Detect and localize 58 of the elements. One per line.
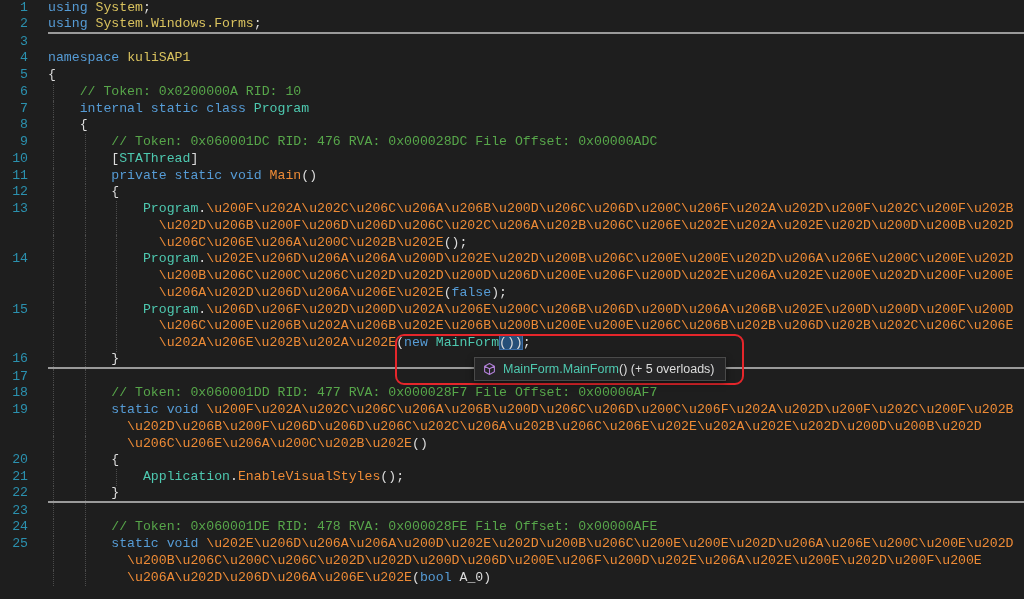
tooltip-text: MainForm.MainForm() (+ 5 overloads) [503, 361, 715, 377]
line-number: 25 [12, 536, 28, 553]
code-line: // Token: 0x0200000A RID: 10 [79, 83, 302, 101]
code-line: { [111, 452, 120, 469]
code-line: \u202D\u206B\u200F\u206D\u206D\u206C\u202C\u206A\u202B\u206C\u206E\u202E\u202A\u202E\u202D\u200D\u200B\u202D [127, 418, 982, 436]
code-line: { [79, 117, 88, 134]
line-number: 6 [20, 83, 28, 101]
code-line: \u200B\u206C\u200C\u206C\u202D\u202D\u200D\u206D\u200E\u206F\u200D\u202E\u206A\u202E\u200E\u202D\u200F\u200E [127, 552, 982, 570]
code-line: private static void Main() [111, 167, 318, 185]
code-line: Program.\u200F\u202A\u202C\u206C\u206A\u206B\u200D\u206C\u206D\u200C\u206F\u202A\u202D\u200F\u202C\u200F\u202B [142, 201, 1014, 218]
line-number: 12 [12, 184, 28, 201]
line-number: 7 [20, 100, 28, 118]
code-line: { [48, 67, 56, 84]
line-number: 9 [20, 134, 28, 151]
line-number: 21 [12, 469, 28, 486]
code-line: \u202D\u206B\u200F\u206D\u206D\u206C\u202C\u206A\u202B\u206C\u206E\u202E\u202A\u202E\u202D\u200D\u200B\u202D [158, 217, 1014, 235]
line-number: 18 [12, 385, 28, 402]
code-line: \u206C\u206E\u206A\u200C\u202B\u202E(); [158, 234, 468, 252]
code-line: static void \u200F\u202A\u202C\u206C\u206A\u206B\u200D\u206C\u206D\u200C\u206F\u202A\u202D\u200F\u202C\u200F\u202B [111, 402, 1014, 419]
code-line: [STAThread] [111, 150, 199, 168]
line-number: 10 [12, 150, 28, 168]
line-number: 19 [12, 402, 28, 419]
line-number: 4 [20, 50, 28, 67]
line-number: 23 [12, 502, 28, 520]
code-line: \u206C\u200E\u206B\u202A\u206B\u202E\u206B\u200B\u200E\u200E\u206C\u206B\u202B\u206D\u202B\u202C\u206C\u206E [158, 318, 1014, 335]
line-number: 8 [20, 117, 28, 134]
code-line: static void \u202E\u206D\u206A\u206A\u200D\u202E\u202D\u200B\u206C\u200E\u200E\u202D\u206A\u206E\u200C\u200E\u202D [111, 536, 1014, 553]
cube-icon [484, 363, 495, 375]
line-number: 14 [12, 251, 28, 268]
code-line: \u206C\u206E\u206A\u200C\u202B\u202E() [127, 435, 428, 453]
line-number: 5 [20, 67, 28, 84]
code-line: } [111, 484, 120, 502]
code-line: // Token: 0x060001DD RID: 477 RVA: 0x000028F7 File Offset: 0x00000AF7 [111, 385, 658, 402]
code-line: \u200B\u206C\u200C\u206C\u202D\u202D\u200D\u206D\u200E\u206F\u200D\u202E\u206A\u202E\u200E\u202D\u200F\u200E [158, 268, 1014, 285]
line-number: 20 [12, 452, 28, 469]
line-number: 3 [20, 33, 28, 51]
code-line: namespace kuliSAP1 [48, 50, 191, 67]
code-line: \u206A\u202D\u206D\u206A\u206E\u202E(false); [158, 284, 507, 302]
line-number: 13 [12, 201, 28, 218]
line-number: 2 [20, 15, 28, 33]
line-number: 16 [12, 350, 28, 368]
line-number: 24 [12, 519, 28, 536]
code-line: // Token: 0x060001DC RID: 476 RVA: 0x000028DC File Offset: 0x00000ADC [111, 134, 658, 151]
code-line: // Token: 0x060001DE RID: 478 RVA: 0x000028FE File Offset: 0x00000AFE [111, 519, 658, 536]
code-line: Program.\u202E\u206D\u206A\u206A\u200D\u202E\u202D\u200B\u206C\u200E\u200E\u202D\u206A\u206E\u200C\u200E\u202D [142, 251, 1014, 268]
code-line: { [111, 184, 120, 201]
line-number: 11 [12, 167, 28, 185]
line-number: 17 [12, 368, 28, 386]
code-line: using System; [48, 0, 151, 17]
code-line: using System.Windows.Forms; [48, 15, 262, 33]
line-number: 22 [12, 484, 28, 502]
code-line: internal static class Program [79, 100, 310, 118]
line-number: 1 [20, 0, 28, 17]
code-line: Application.EnableVisualStyles(); [142, 469, 405, 486]
code-line: } [111, 350, 120, 368]
code-line: \u206A\u202D\u206D\u206A\u206E\u202E(bool A_0) [127, 569, 492, 587]
code-line: Program.\u206D\u206F\u202D\u200D\u202A\u206E\u200C\u206B\u206D\u200D\u206A\u206B\u202E\u200D\u200D\u200F\u200D [142, 301, 1014, 319]
line-number: 15 [12, 301, 28, 319]
